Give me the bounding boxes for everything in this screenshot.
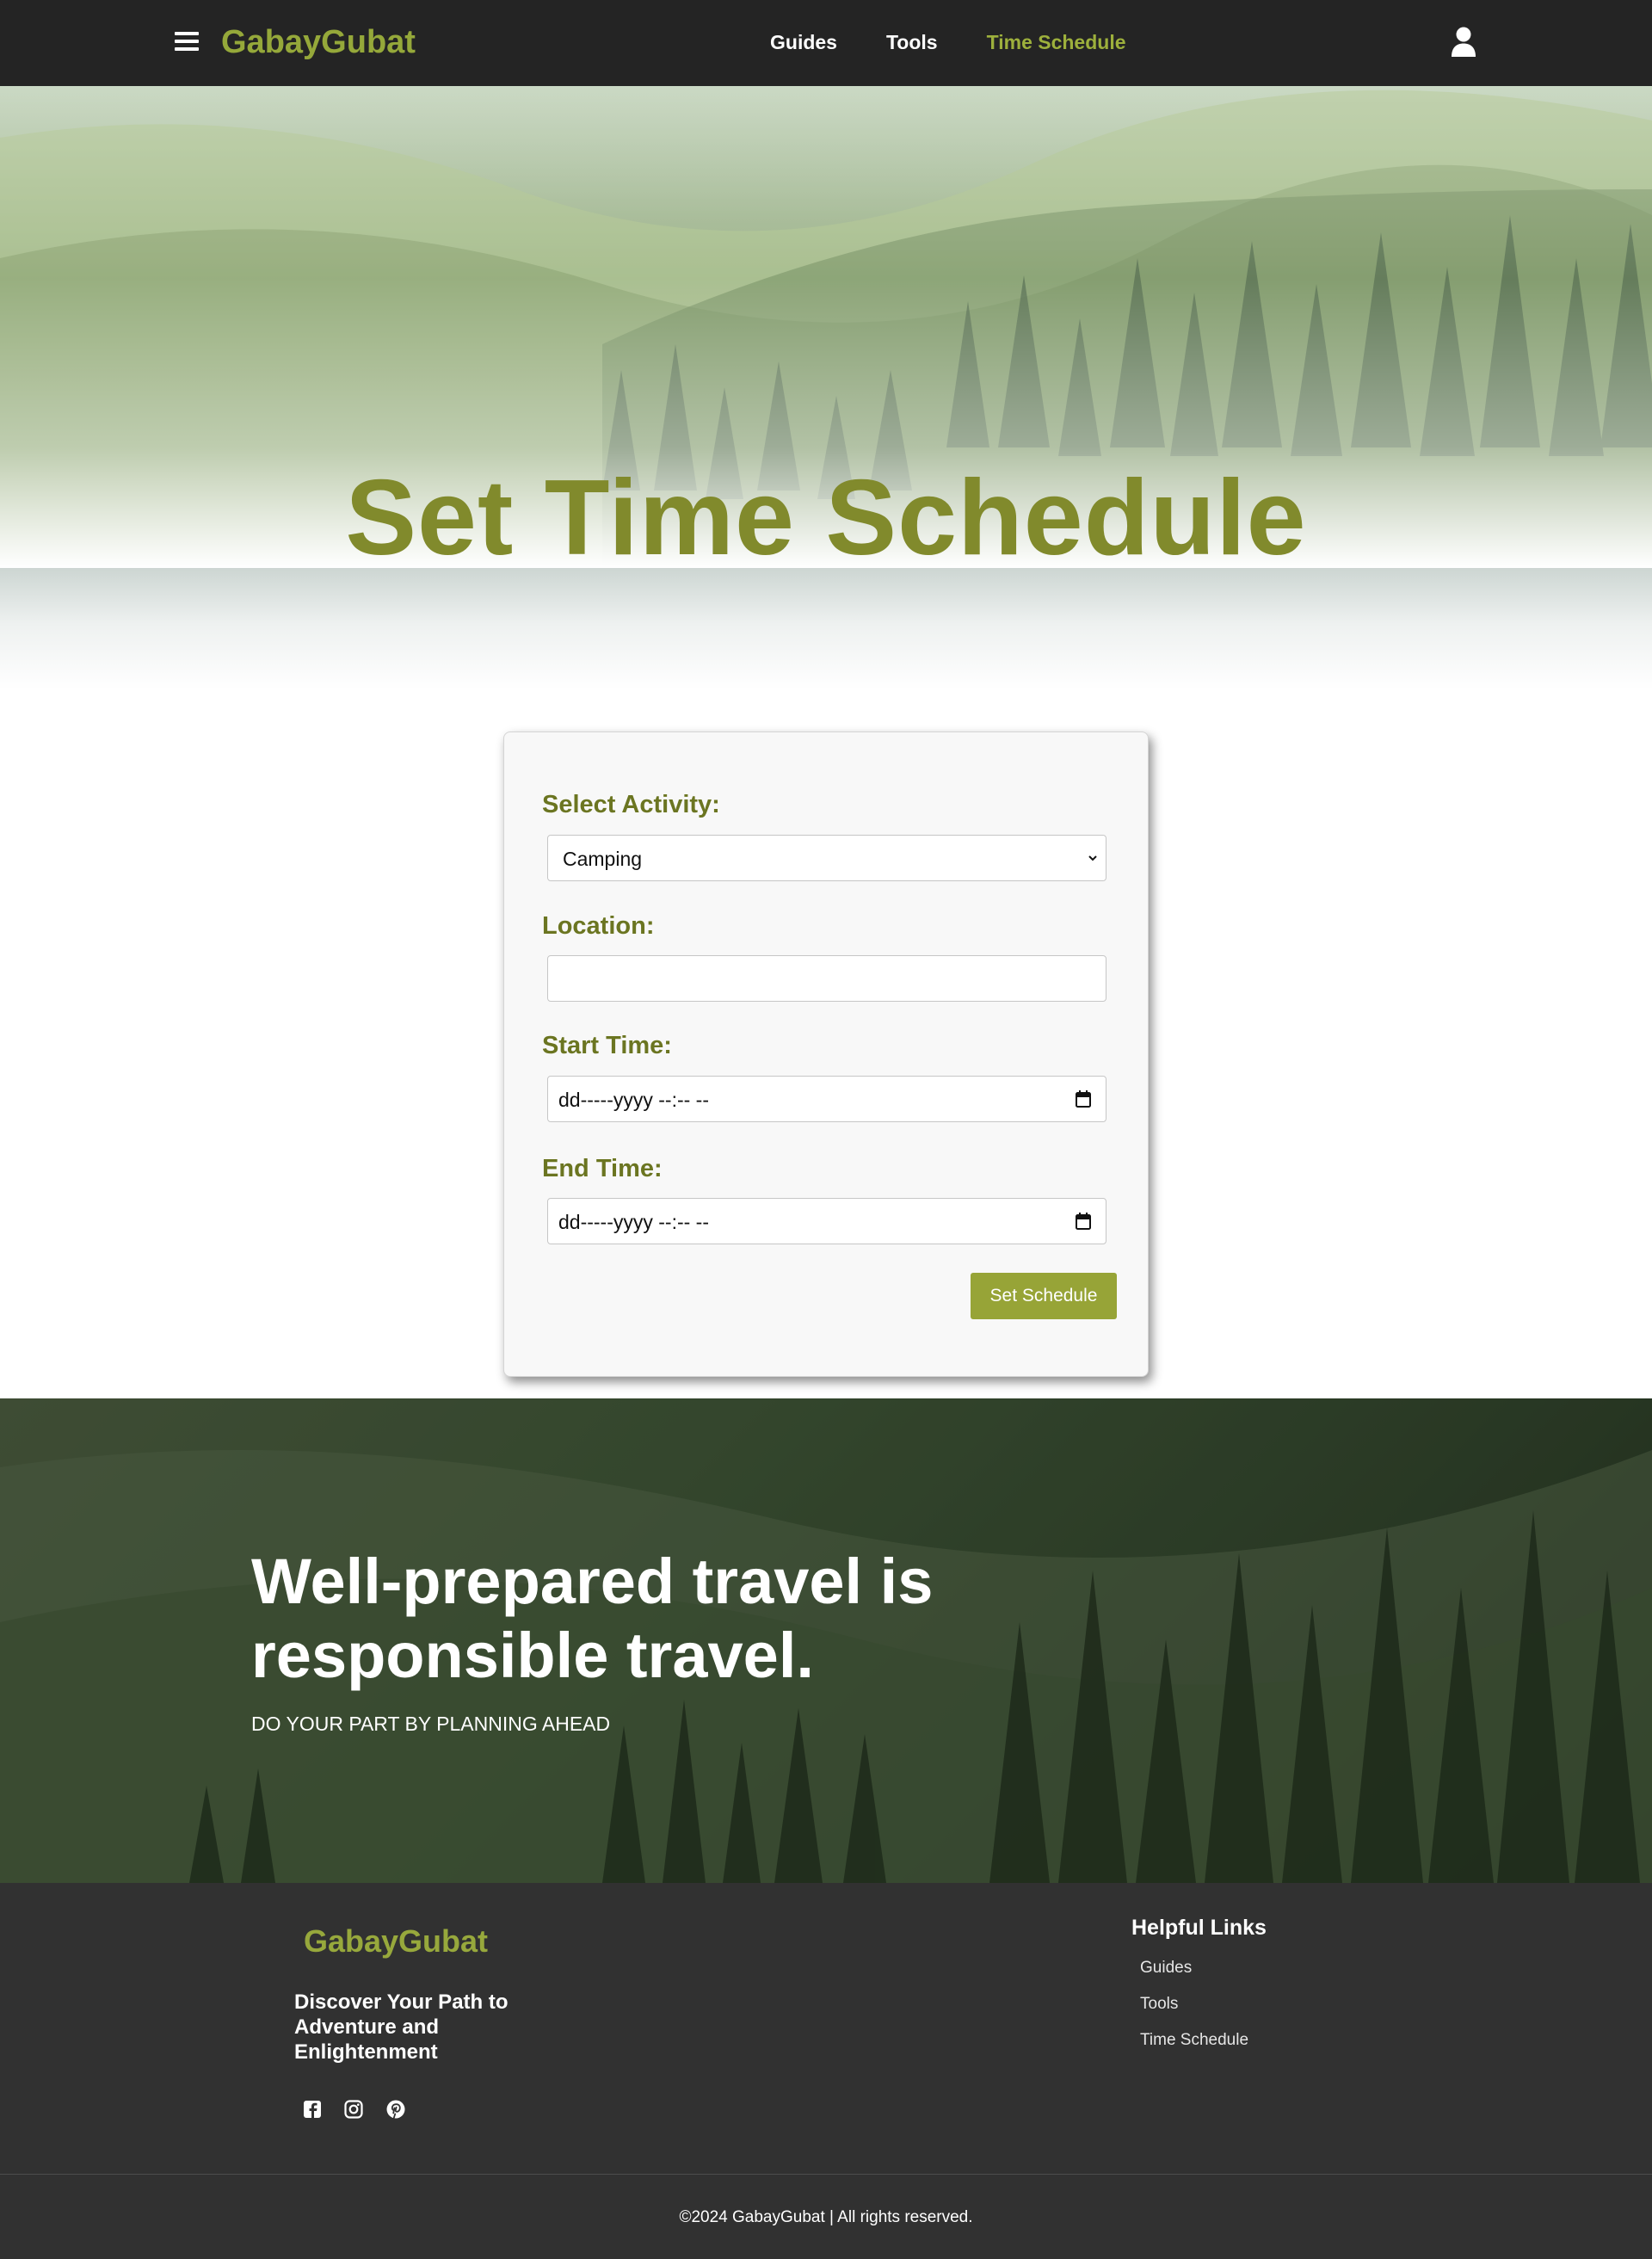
footer-link-tools[interactable]: Tools: [1140, 1994, 1178, 2015]
schedule-form: Select Activity: Camping Location: Start…: [503, 731, 1149, 1377]
footer-brand[interactable]: GabayGubat: [304, 1923, 488, 1960]
pinterest-icon[interactable]: [384, 2097, 408, 2121]
copyright-text: ©2024 GabayGubat | All rights reserved.: [679, 2208, 973, 2226]
facebook-icon[interactable]: [300, 2097, 324, 2121]
activity-label: Select Activity:: [542, 791, 720, 818]
main-nav: Guides Tools Time Schedule: [770, 29, 1126, 55]
banner-heading: Well-prepared travel is responsible trav…: [251, 1546, 934, 1691]
activity-select[interactable]: Camping: [547, 835, 1106, 881]
user-icon[interactable]: [1451, 27, 1476, 58]
set-schedule-button[interactable]: Set Schedule: [971, 1273, 1117, 1319]
end-time-input[interactable]: dd-----yyyy --:-- --: [547, 1198, 1106, 1244]
chevron-down-icon: [1088, 855, 1097, 861]
calendar-icon[interactable]: [1075, 1212, 1092, 1231]
nav-link-tools[interactable]: Tools: [886, 29, 938, 55]
cta-banner: Well-prepared travel is responsible trav…: [0, 1398, 1652, 1883]
start-time-value: dd-----yyyy --:-- --: [558, 1089, 710, 1111]
activity-select-value: Camping: [563, 848, 643, 870]
nav-link-time-schedule[interactable]: Time Schedule: [987, 29, 1126, 55]
brand-logo[interactable]: GabayGubat: [221, 22, 416, 62]
footer-link-guides[interactable]: Guides: [1140, 1958, 1192, 1978]
end-time-value: dd-----yyyy --:-- --: [558, 1211, 710, 1233]
footer-divider: [0, 2174, 1652, 2175]
footer-link-time-schedule[interactable]: Time Schedule: [1140, 2030, 1248, 2051]
start-time-label: Start Time:: [542, 1032, 672, 1059]
calendar-icon[interactable]: [1075, 1089, 1092, 1108]
nav-link-guides[interactable]: Guides: [770, 29, 837, 55]
helpful-links-heading: Helpful Links: [1131, 1916, 1267, 1940]
footer-tagline: Discover Your Path to Adventure and Enli…: [294, 1991, 509, 2064]
page-title: Set Time Schedule: [345, 459, 1307, 577]
hamburger-menu-icon[interactable]: [175, 28, 200, 58]
location-label: Location:: [542, 912, 655, 940]
hero-section: Set Time Schedule Select Activity: Campi…: [0, 86, 1652, 1398]
instagram-icon[interactable]: [342, 2097, 366, 2121]
end-time-label: End Time:: [542, 1155, 663, 1182]
location-input[interactable]: [547, 955, 1106, 1002]
top-navbar: GabayGubat Guides Tools Time Schedule: [0, 0, 1652, 86]
start-time-input[interactable]: dd-----yyyy --:-- --: [547, 1076, 1106, 1122]
banner-subheading: DO YOUR PART BY PLANNING AHEAD: [251, 1713, 611, 1735]
site-footer: GabayGubat Discover Your Path to Adventu…: [0, 1883, 1652, 2259]
